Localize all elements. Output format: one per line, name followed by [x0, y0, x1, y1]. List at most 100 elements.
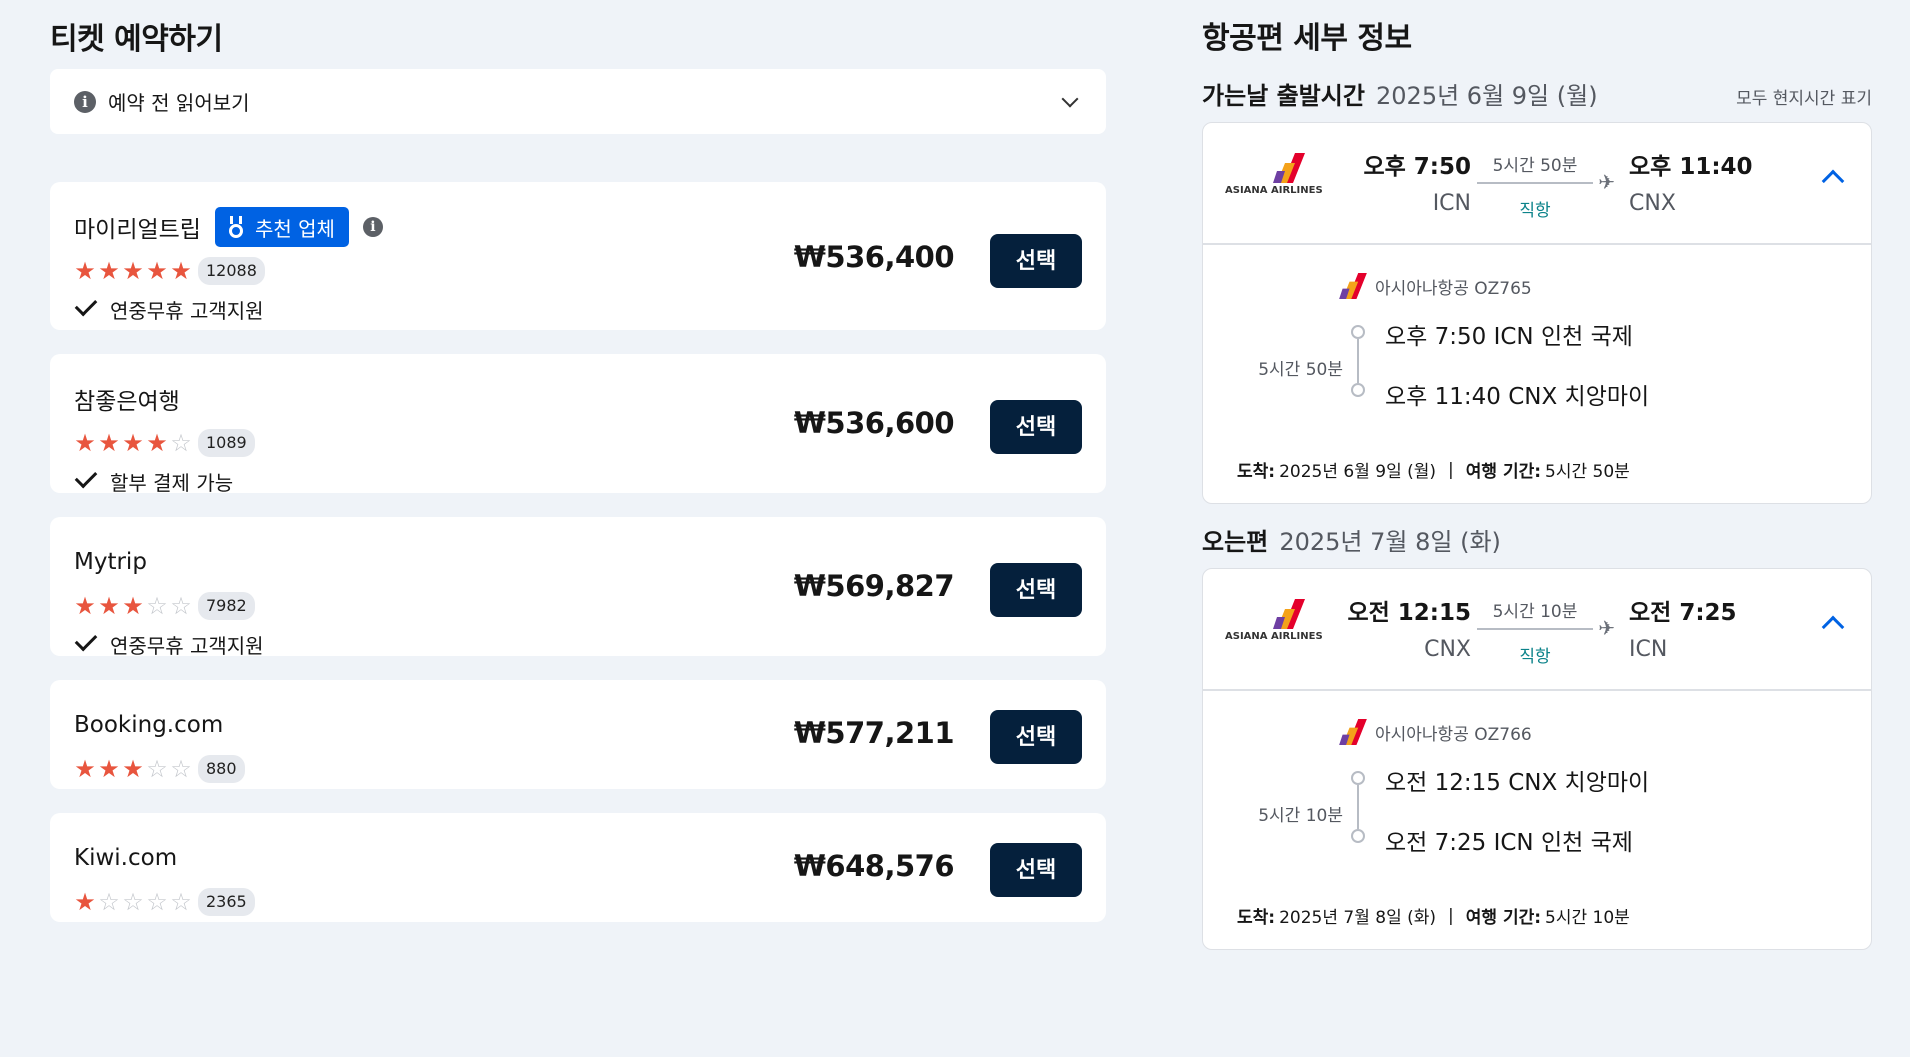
plane-icon: ✈	[1598, 170, 1615, 194]
star-filled-icon: ★	[170, 257, 192, 285]
select-button[interactable]: 선택	[990, 710, 1082, 764]
recommended-badge: 추천 업체	[214, 207, 349, 247]
airline-logo-text: ASIANA AIRLINES	[1225, 185, 1323, 196]
star-filled-icon: ★	[122, 429, 144, 457]
asiana-wing-icon	[1339, 719, 1367, 745]
timeline-dot	[1351, 325, 1365, 339]
review-count: 2365	[198, 888, 255, 916]
flight-number: 아시아나항공 OZ766	[1375, 724, 1532, 745]
select-button[interactable]: 선택	[990, 400, 1082, 454]
trip-duration: 5시간 50분	[1545, 462, 1630, 482]
star-rating: ★ ★ ★ ☆ ☆	[74, 594, 192, 618]
star-empty-icon: ☆	[98, 888, 120, 916]
leg-detail: 아시아나항공 OZ765 5시간 50분 오후 7:50 ICN 인천 국제 오…	[1203, 245, 1871, 503]
departure-code: CNX	[1424, 637, 1471, 662]
arrival-block: 오후 11:40 CNX	[1629, 147, 1753, 216]
departure-block: 오전 12:15 CNX	[1347, 593, 1471, 662]
star-empty-icon: ☆	[170, 755, 192, 783]
arrival-date: 2025년 6월 9일 (월)	[1279, 462, 1437, 482]
departure-time: 오전 12:15	[1347, 600, 1471, 626]
segment-duration: 5시간 50분	[1258, 360, 1343, 380]
star-empty-icon: ☆	[122, 888, 144, 916]
leg-footer: 도착: 2025년 6월 9일 (월) | 여행 기간: 5시간 50분	[1237, 457, 1630, 483]
arrival-code: CNX	[1629, 191, 1676, 216]
select-button[interactable]: 선택	[990, 234, 1082, 288]
select-button[interactable]: 선택	[990, 843, 1082, 897]
star-empty-icon: ☆	[146, 755, 168, 783]
star-empty-icon: ☆	[146, 592, 168, 620]
outbound-header: 가는날 출발시간 2025년 6월 9일 (월) 모두 현지시간 표기	[1202, 76, 1872, 110]
star-empty-icon: ☆	[170, 592, 192, 620]
asiana-wing-icon	[1273, 599, 1305, 629]
leg-label: 가는날 출발시간	[1202, 82, 1365, 110]
duration-block: 5시간 10분 ✈ 직항	[1477, 597, 1615, 667]
info-icon[interactable]: i	[362, 217, 383, 237]
star-rating: ★ ★ ★ ☆ ☆	[74, 757, 192, 781]
star-filled-icon: ★	[146, 429, 168, 457]
check-icon	[74, 465, 98, 489]
star-rating: ★ ★ ★ ★ ★	[74, 259, 192, 283]
chevron-up-icon[interactable]	[1821, 615, 1845, 639]
trip-duration: 5시간 10분	[1545, 908, 1630, 928]
booking-title: 티켓 예약하기	[50, 22, 223, 57]
asiana-wing-icon	[1273, 153, 1305, 183]
star-filled-icon: ★	[98, 592, 120, 620]
arrival-code: ICN	[1629, 637, 1668, 662]
segment-departure: 오후 7:50 ICN 인천 국제	[1385, 324, 1633, 350]
provider-name: 참좋은여행	[74, 389, 180, 415]
star-empty-icon: ☆	[146, 888, 168, 916]
airline-logo: ASIANA AIRLINES	[1225, 153, 1323, 199]
arrival-time: 오전 7:25	[1629, 600, 1737, 626]
flight-details-panel: 항공편 세부 정보 가는날 출발시간 2025년 6월 9일 (월) 모두 현지…	[1202, 0, 1872, 950]
star-filled-icon: ★	[122, 257, 144, 285]
return-leg-card: ASIANA AIRLINES 오전 12:15 CNX 5시간 10분 ✈ 직…	[1202, 568, 1872, 950]
star-filled-icon: ★	[74, 429, 96, 457]
booking-panel: 티켓 예약하기 i 예약 전 읽어보기 마이리얼트립 추천 업체 i ★ ★ ★ ★ ★…	[50, 0, 1106, 946]
timeline-dot	[1351, 771, 1365, 785]
airline-logo: ASIANA AIRLINES	[1225, 599, 1323, 645]
review-count: 7982	[198, 592, 255, 620]
star-filled-icon: ★	[98, 755, 120, 783]
leg-summary[interactable]: ASIANA AIRLINES 오후 7:50 ICN 5시간 50분 ✈ 직항…	[1203, 123, 1871, 245]
duration-block: 5시간 50분 ✈ 직항	[1477, 151, 1615, 221]
pre-booking-notice-toggle[interactable]: i 예약 전 읽어보기	[50, 69, 1106, 134]
asiana-wing-icon	[1339, 273, 1367, 299]
arrival-block: 오전 7:25 ICN	[1629, 593, 1737, 662]
timeline-line	[1357, 339, 1359, 383]
trip-duration-label: 여행 기간:	[1465, 908, 1542, 928]
leg-summary[interactable]: ASIANA AIRLINES 오전 12:15 CNX 5시간 10분 ✈ 직…	[1203, 569, 1871, 691]
chevron-down-icon[interactable]	[1061, 90, 1079, 107]
price: ₩577,211	[793, 716, 955, 750]
review-count: 12088	[198, 257, 265, 285]
divider: |	[1448, 905, 1454, 926]
provider-card: 마이리얼트립 추천 업체 i ★ ★ ★ ★ ★ 12088 연중무휴 고객지원 ₩53…	[50, 182, 1106, 330]
price: ₩536,600	[793, 406, 955, 440]
select-button[interactable]: 선택	[990, 563, 1082, 617]
chevron-up-icon[interactable]	[1821, 169, 1845, 193]
segment-airline: 아시아나항공 OZ765	[1339, 273, 1532, 299]
medal-icon	[227, 216, 245, 238]
outbound-leg-card: ASIANA AIRLINES 오후 7:50 ICN 5시간 50분 ✈ 직항…	[1202, 122, 1872, 504]
star-filled-icon: ★	[98, 257, 120, 285]
star-filled-icon: ★	[146, 257, 168, 285]
star-filled-icon: ★	[74, 592, 96, 620]
departure-block: 오후 7:50 ICN	[1363, 147, 1471, 216]
provider-card: Mytrip ★ ★ ★ ☆ ☆ 7982 연중무휴 고객지원 ₩569,827 선택	[50, 517, 1106, 658]
provider-feature: 연중무휴 고객지원	[110, 633, 264, 658]
provider-card: 참좋은여행 ★ ★ ★ ★ ☆ 1089 할부 결제 가능 ₩536,600 선택	[50, 354, 1106, 495]
timeline-dot	[1351, 383, 1365, 397]
airline-logo-text: ASIANA AIRLINES	[1225, 631, 1323, 642]
provider-name: Kiwi.com	[74, 845, 178, 871]
departure-code: ICN	[1432, 191, 1471, 216]
info-icon: i	[74, 90, 96, 113]
flight-number: 아시아나항공 OZ765	[1375, 278, 1532, 299]
arrival-date: 2025년 7월 8일 (화)	[1279, 908, 1437, 928]
duration: 5시간 10분	[1492, 602, 1578, 622]
review-count: 1089	[198, 429, 255, 457]
recommended-badge-label: 추천 업체	[254, 216, 335, 241]
arrival-label: 도착:	[1237, 908, 1276, 928]
provider-feature: 연중무휴 고객지원	[110, 298, 264, 323]
duration: 5시간 50분	[1492, 156, 1578, 176]
trip-duration-label: 여행 기간:	[1465, 462, 1542, 482]
leg-label: 오는편	[1202, 528, 1269, 556]
